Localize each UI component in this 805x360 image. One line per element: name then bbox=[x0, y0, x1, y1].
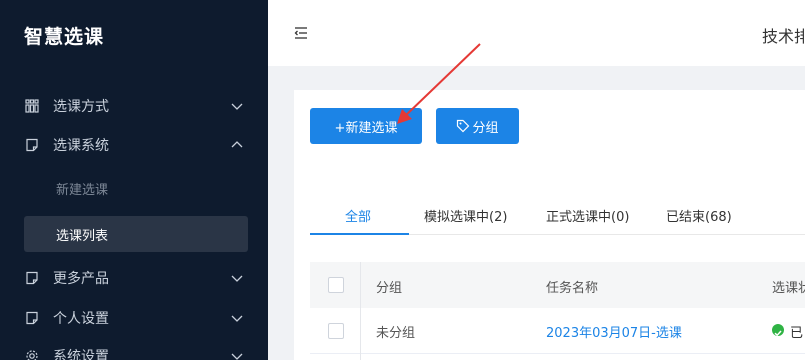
doc-icon bbox=[26, 311, 38, 325]
top-header: 技术排 bbox=[268, 0, 805, 66]
menu-item-system-settings[interactable]: 系统设置 bbox=[0, 338, 268, 360]
new-course-label: +新建选课 bbox=[334, 120, 398, 136]
gear-icon bbox=[26, 350, 38, 360]
app-brand: 智慧选课 bbox=[24, 26, 105, 48]
column-divider bbox=[360, 262, 361, 360]
chevron-down-icon bbox=[231, 275, 243, 282]
tab-ended[interactable]: 已结束(68) bbox=[666, 206, 732, 225]
submenu-label: 新建选课 bbox=[56, 182, 109, 198]
submenu-label: 选课列表 bbox=[56, 228, 109, 244]
column-header-status: 选课状 bbox=[772, 281, 805, 296]
menu-label: 更多产品 bbox=[53, 271, 109, 287]
group-label: 分组 bbox=[472, 120, 499, 136]
tab-formal[interactable]: 正式选课中(0) bbox=[546, 206, 629, 225]
submenu-item-new-course[interactable]: 新建选课 bbox=[0, 170, 268, 206]
chevron-down-icon bbox=[231, 103, 243, 110]
menu-item-more-products[interactable]: 更多产品 bbox=[0, 260, 268, 296]
grid-icon bbox=[25, 99, 39, 113]
menu-label: 系统设置 bbox=[53, 349, 109, 360]
row-task-link[interactable]: 2023年03月07日-选课 bbox=[546, 322, 682, 341]
new-course-button[interactable]: +新建选课 bbox=[310, 108, 422, 144]
menu-item-course-system[interactable]: 选课系统 bbox=[0, 127, 268, 163]
row-checkbox[interactable] bbox=[328, 323, 344, 339]
menu-item-personal-settings[interactable]: 个人设置 bbox=[0, 300, 268, 336]
header-user-name[interactable]: 技术排 bbox=[762, 23, 805, 47]
sidebar: 智慧选课 选课方式 选课系统 新建选课 选课列表 更多产品 个人设置 系统设置 bbox=[0, 0, 268, 360]
submenu-item-course-list[interactable]: 选课列表 bbox=[24, 216, 248, 252]
row-status: 已 bbox=[790, 326, 804, 341]
menu-item-course-mode[interactable]: 选课方式 bbox=[0, 88, 268, 124]
tab-all[interactable]: 全部 bbox=[345, 206, 371, 225]
column-header-task: 任务名称 bbox=[546, 281, 599, 296]
menu-label: 选课方式 bbox=[53, 99, 109, 115]
column-header-group: 分组 bbox=[376, 281, 403, 296]
doc-icon bbox=[26, 138, 38, 152]
chevron-down-icon bbox=[231, 353, 243, 360]
group-button[interactable]: 分组 bbox=[436, 108, 519, 144]
active-tab-indicator bbox=[310, 233, 409, 235]
doc-icon bbox=[26, 271, 38, 285]
tab-simulated[interactable]: 模拟选课中(2) bbox=[424, 206, 507, 225]
status-check-icon bbox=[772, 324, 784, 337]
row-group: 未分组 bbox=[376, 326, 416, 341]
chevron-down-icon bbox=[231, 315, 243, 322]
tag-icon bbox=[457, 119, 470, 133]
menu-label: 选课系统 bbox=[53, 138, 109, 154]
chevron-up-icon bbox=[231, 141, 243, 148]
select-all-checkbox[interactable] bbox=[328, 277, 344, 293]
menu-toggle-icon[interactable] bbox=[294, 26, 308, 40]
menu-label: 个人设置 bbox=[53, 311, 109, 327]
